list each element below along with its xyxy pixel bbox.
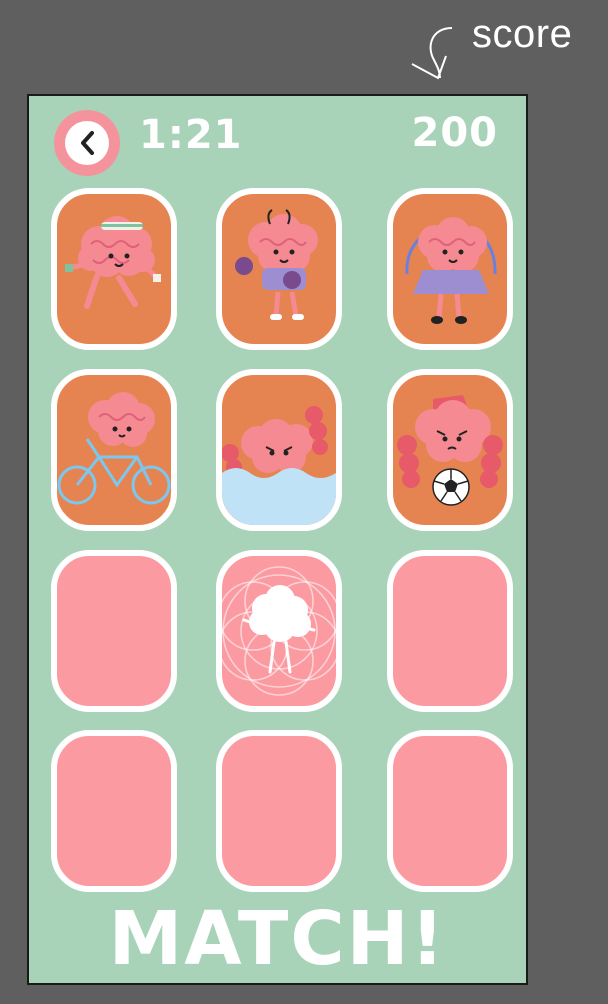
game-screen: 1:21 200 MATCH!	[27, 94, 528, 985]
card-brain-jump-rope[interactable]	[387, 188, 513, 350]
annotation: score	[0, 0, 608, 90]
card-hidden[interactable]	[51, 550, 177, 712]
annotation-label: score	[472, 12, 573, 56]
card-hidden[interactable]	[387, 550, 513, 712]
card-selected-brain-silhouette[interactable]	[216, 550, 342, 712]
card-hidden[interactable]	[51, 730, 177, 892]
card-brain-boxing[interactable]	[216, 188, 342, 350]
card-hidden[interactable]	[216, 730, 342, 892]
card-brain-swimming[interactable]	[216, 369, 342, 531]
game-title: MATCH!	[108, 896, 447, 982]
card-brain-cycling[interactable]	[51, 369, 177, 531]
card-brain-soccer[interactable]	[387, 369, 513, 531]
card-hidden[interactable]	[387, 730, 513, 892]
curved-arrow-icon	[411, 27, 453, 80]
card-grid	[29, 96, 526, 983]
card-brain-jogging[interactable]	[51, 188, 177, 350]
